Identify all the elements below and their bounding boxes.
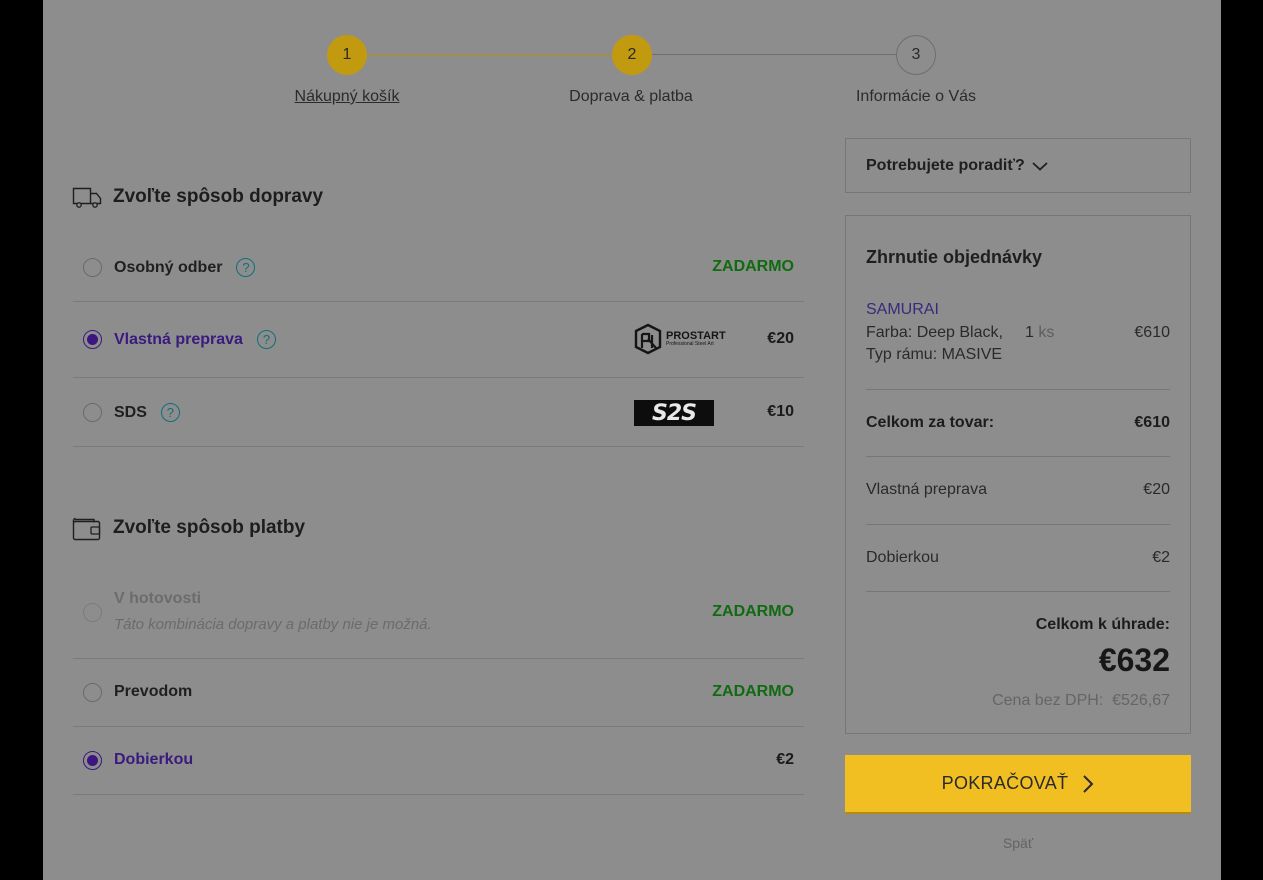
summary-title: Zhrnutie objednávky: [866, 247, 1043, 267]
payment-option-cod[interactable]: Dobierkou €2: [73, 727, 804, 795]
payment-cost-value: €2: [1152, 549, 1170, 566]
help-icon[interactable]: ?: [256, 330, 276, 349]
summary-item-qty-value: 1: [1025, 324, 1034, 341]
summary-item-price: €610: [1134, 324, 1170, 341]
net-price-value: €526,67: [1112, 692, 1170, 709]
payment-title-text: Zvoľte spôsob platby: [113, 517, 306, 538]
payment-transfer-label: Prevodom: [114, 683, 193, 700]
divider: [866, 456, 1170, 457]
grand-total-value: €632: [1098, 642, 1170, 678]
back-link[interactable]: Späť: [845, 835, 1191, 851]
step-2-circle: 2: [612, 35, 652, 75]
divider: [866, 524, 1170, 525]
net-price-label: Cena bez DPH:: [992, 692, 1104, 709]
s2s-logo-text: S2S: [652, 400, 697, 426]
payment-price: ZADARMO: [712, 603, 794, 620]
radio-sds[interactable]: [83, 403, 102, 422]
shipping-personal-label: Osobný odber: [114, 258, 223, 276]
step-connector-1: [367, 54, 632, 55]
checkout-page: 1 2 3 Nákupný košík Doprava & platba Inf…: [43, 0, 1221, 880]
shipping-option-personal[interactable]: Osobný odber ? ZADARMO: [73, 234, 804, 302]
payment-cod-label: Dobierkou: [114, 751, 194, 768]
shipping-cost-label: Vlastná preprava: [866, 481, 987, 498]
shipping-own-label: Vlastná preprava: [114, 330, 243, 348]
grand-total-label: Celkom k úhrade:: [1035, 616, 1170, 633]
chevron-down-icon: [1032, 161, 1048, 171]
summary-item-name-link[interactable]: SAMURAI: [866, 301, 939, 319]
summary-item-quantity: 1 ks: [1025, 324, 1054, 342]
prostart-logo: PROSTART Professional Steel Art: [634, 323, 726, 355]
radio-cash-on-delivery[interactable]: [83, 751, 102, 770]
truck-icon: [72, 187, 102, 208]
shipping-price: ZADARMO: [712, 258, 794, 275]
payment-section-title: Zvoľte spôsob platby: [72, 515, 305, 541]
payment-option-transfer[interactable]: Prevodom ZADARMO: [73, 659, 804, 727]
goods-total-value: €610: [1134, 414, 1170, 431]
goods-total-label: Celkom za tovar:: [866, 414, 995, 431]
wallet-icon: [72, 517, 101, 541]
shipping-option-label: Osobný odber ?: [114, 258, 256, 277]
payment-cash-note: Táto kombinácia dopravy a platby nie je …: [114, 616, 432, 633]
price-without-vat: Cena bez DPH: €526,67: [992, 692, 1170, 710]
payment-cash-label: V hotovosti: [114, 590, 202, 607]
shipping-option-sds[interactable]: SDS ? S2S €10: [73, 378, 804, 447]
divider: [866, 591, 1170, 592]
payment-price: ZADARMO: [712, 683, 794, 700]
step-3-label: Informácie o Vás: [855, 88, 977, 105]
shipping-option-label: Vlastná preprava ?: [114, 330, 276, 349]
shipping-price: €10: [767, 403, 794, 420]
order-summary: Zhrnutie objednávky SAMURAI Farba: Deep …: [845, 215, 1191, 734]
step-1-circle[interactable]: 1: [327, 35, 367, 75]
chevron-right-icon: [1083, 774, 1094, 793]
step-2-label: Doprava & platba: [569, 88, 693, 105]
need-advice-toggle[interactable]: Potrebujete poradiť?: [845, 138, 1191, 193]
radio-own-transport[interactable]: [83, 330, 102, 349]
prostart-mark-icon: [634, 323, 662, 355]
payment-price: €2: [776, 751, 794, 768]
shipping-cost-value: €20: [1143, 481, 1170, 498]
help-icon[interactable]: ?: [236, 258, 256, 277]
step-connector-2: [652, 54, 916, 55]
shipping-price: €20: [767, 330, 794, 347]
continue-button[interactable]: POKRAČOVAŤ: [845, 755, 1191, 814]
shipping-section-title: Zvoľte spôsob dopravy: [72, 185, 323, 209]
summary-item-color: Farba: Deep Black,: [866, 324, 1003, 341]
radio-transfer[interactable]: [83, 683, 102, 702]
payment-cost-label: Dobierkou: [866, 549, 939, 566]
summary-item-frame: Typ rámu: MASIVE: [866, 346, 1003, 363]
step-3-circle: 3: [896, 35, 936, 75]
shipping-option-label: SDS ?: [114, 403, 180, 422]
help-icon[interactable]: ?: [160, 403, 180, 422]
divider: [866, 389, 1170, 390]
shipping-title-text: Zvoľte spôsob dopravy: [113, 186, 324, 207]
s2s-logo: S2S: [634, 400, 714, 426]
payment-option-cash: V hotovosti Táto kombinácia dopravy a pl…: [73, 578, 804, 659]
need-advice-label: Potrebujete poradiť?: [866, 156, 1025, 174]
step-1-link-cart[interactable]: Nákupný košík: [295, 88, 400, 106]
prostart-logo-subtext: Professional Steel Art: [666, 341, 714, 347]
shipping-option-own[interactable]: Vlastná preprava ? PROSTART Professional…: [73, 302, 804, 378]
summary-item-qty-unit: ks: [1038, 324, 1055, 341]
shipping-sds-label: SDS: [114, 403, 147, 421]
radio-cash: [83, 603, 102, 622]
continue-button-label: POKRAČOVAŤ: [941, 773, 1069, 793]
radio-personal-pickup[interactable]: [83, 258, 102, 277]
